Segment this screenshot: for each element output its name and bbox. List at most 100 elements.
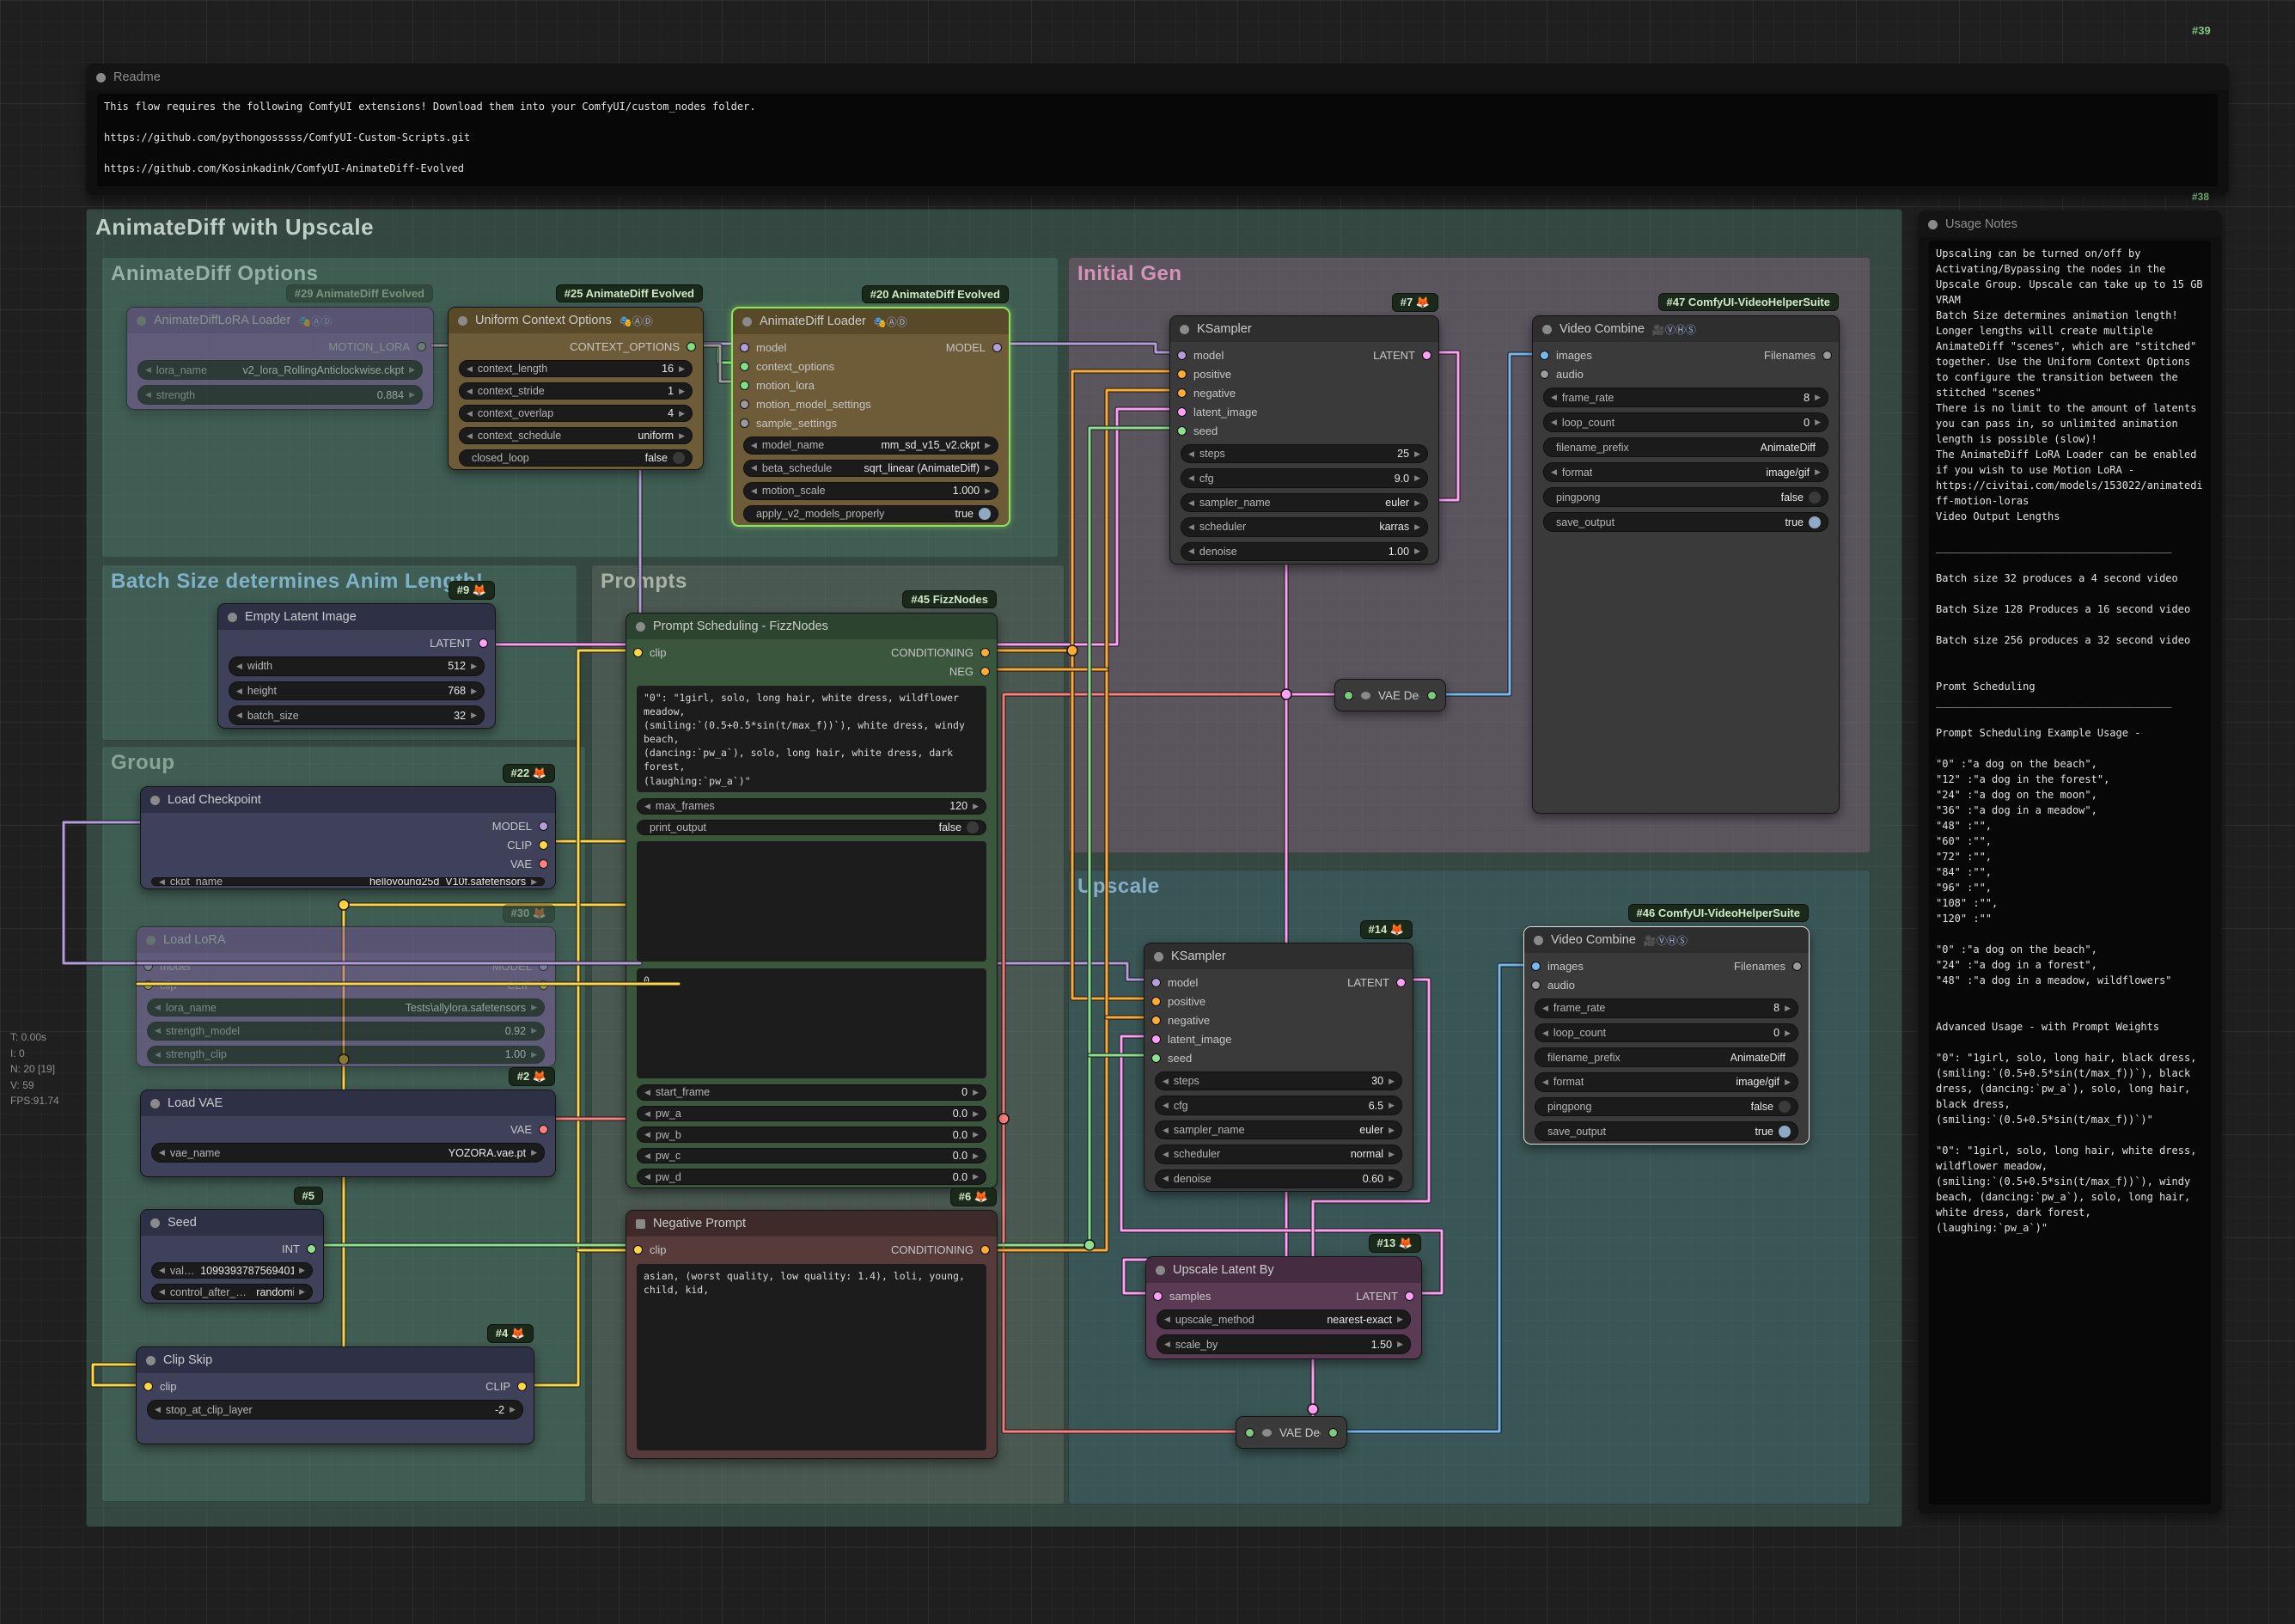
input-port-model[interactable] bbox=[740, 343, 749, 352]
increment-arrow[interactable]: ▶ bbox=[1815, 393, 1821, 402]
widget-context_stride[interactable]: ◀context_stride1▶ bbox=[459, 382, 693, 400]
decrement-arrow[interactable]: ◀ bbox=[1188, 546, 1194, 556]
node-clip-skip[interactable]: #4 🦊Clip SkipclipCLIP◀stop_at_clip_layer… bbox=[136, 1346, 534, 1444]
output-port-CONDITIONING[interactable] bbox=[980, 1245, 990, 1255]
node-uniform-context-options[interactable]: #25 AnimateDiff EvolvedUniform Context O… bbox=[448, 307, 704, 470]
widget-context_overlap[interactable]: ◀context_overlap4▶ bbox=[459, 405, 693, 422]
decrement-arrow[interactable]: ◀ bbox=[159, 1148, 165, 1157]
output-port-VAE[interactable] bbox=[539, 859, 548, 869]
decrement-arrow[interactable]: ◀ bbox=[145, 365, 151, 375]
collapse-toggle[interactable] bbox=[96, 73, 106, 82]
collapse-toggle[interactable] bbox=[1542, 325, 1552, 334]
node-vae-decode-upscale[interactable]: VAE Decode bbox=[1236, 1416, 1347, 1449]
widget-start_frame[interactable]: ◀start_frame0▶ bbox=[637, 1084, 986, 1101]
widget-pingpong[interactable]: pingpongfalse bbox=[1535, 1097, 1798, 1117]
input-port-clip[interactable] bbox=[633, 648, 643, 657]
widget-frame_rate[interactable]: ◀frame_rate8▶ bbox=[1535, 998, 1798, 1018]
increment-arrow[interactable]: ▶ bbox=[679, 364, 685, 374]
node-readme[interactable]: ReadmeThis flow requires the following C… bbox=[86, 64, 2229, 196]
collapse-toggle[interactable] bbox=[1180, 325, 1189, 334]
increment-arrow[interactable]: ▶ bbox=[1397, 1340, 1403, 1349]
widget-sampler_name[interactable]: ◀sampler_nameeuler▶ bbox=[1181, 493, 1428, 512]
widget-pw_c[interactable]: ◀pw_c0.0▶ bbox=[637, 1148, 986, 1164]
decrement-arrow[interactable]: ◀ bbox=[1163, 1126, 1169, 1135]
toggle-dot[interactable] bbox=[1809, 516, 1821, 528]
increment-arrow[interactable]: ▶ bbox=[985, 463, 991, 473]
increment-arrow[interactable]: ▶ bbox=[1414, 449, 1420, 459]
decrement-arrow[interactable]: ◀ bbox=[467, 387, 473, 396]
node-animatediff-lora-loader[interactable]: #29 AnimateDiff EvolvedAnimateDiffLoRA L… bbox=[126, 307, 434, 410]
decrement-arrow[interactable]: ◀ bbox=[1551, 467, 1557, 477]
decrement-arrow[interactable]: ◀ bbox=[236, 662, 242, 671]
widget-lora_name[interactable]: ◀lora_namev2_lora_RollingAnticlockwise.c… bbox=[137, 360, 423, 380]
input-port-negative[interactable] bbox=[1177, 388, 1187, 398]
decrement-arrow[interactable]: ◀ bbox=[1542, 1004, 1548, 1013]
node-empty-latent-image[interactable]: #9 🦊Empty Latent ImageLATENT◀width512▶◀h… bbox=[217, 603, 496, 729]
widget-frame_rate[interactable]: ◀frame_rate8▶ bbox=[1543, 388, 1828, 407]
increment-arrow[interactable]: ▶ bbox=[409, 365, 415, 375]
decrement-arrow[interactable]: ◀ bbox=[1188, 522, 1194, 532]
decrement-arrow[interactable]: ◀ bbox=[1188, 449, 1194, 459]
widget-loop_count[interactable]: ◀loop_count0▶ bbox=[1535, 1023, 1798, 1043]
increment-arrow[interactable]: ▶ bbox=[973, 802, 979, 811]
toggle-dot[interactable] bbox=[1809, 491, 1821, 504]
increment-arrow[interactable]: ▶ bbox=[531, 1148, 537, 1157]
decrement-arrow[interactable]: ◀ bbox=[467, 431, 473, 441]
increment-arrow[interactable]: ▶ bbox=[471, 687, 477, 696]
node-upscale-latent-by[interactable]: #13 🦊Upscale Latent BysamplesLATENT◀upsc… bbox=[1145, 1256, 1422, 1359]
collapse-toggle[interactable] bbox=[150, 796, 160, 805]
decrement-arrow[interactable]: ◀ bbox=[159, 877, 165, 886]
decrement-arrow[interactable]: ◀ bbox=[1542, 1029, 1548, 1038]
collapse-toggle[interactable] bbox=[742, 317, 752, 327]
increment-arrow[interactable]: ▶ bbox=[1815, 467, 1821, 477]
node-ksampler-initial[interactable]: #7 🦊KSamplermodelLATENTpositivenegativel… bbox=[1169, 315, 1439, 565]
increment-arrow[interactable]: ▶ bbox=[973, 1088, 979, 1097]
widget-save_output[interactable]: save_outputtrue bbox=[1543, 512, 1828, 532]
increment-arrow[interactable]: ▶ bbox=[1785, 1004, 1791, 1013]
decrement-arrow[interactable]: ◀ bbox=[155, 1026, 161, 1035]
input-port-seed[interactable] bbox=[1151, 1053, 1161, 1063]
collapse-toggle[interactable] bbox=[228, 613, 237, 622]
toggle-dot[interactable] bbox=[967, 821, 979, 833]
decrement-arrow[interactable]: ◀ bbox=[155, 1405, 161, 1414]
decrement-arrow[interactable]: ◀ bbox=[644, 1151, 650, 1161]
decrement-arrow[interactable]: ◀ bbox=[1163, 1101, 1169, 1110]
widget-pw_d[interactable]: ◀pw_d0.0▶ bbox=[637, 1169, 986, 1185]
decrement-arrow[interactable]: ◀ bbox=[155, 1050, 161, 1059]
decrement-arrow[interactable]: ◀ bbox=[1163, 1150, 1169, 1159]
decrement-arrow[interactable]: ◀ bbox=[751, 486, 757, 496]
input-port-latent_image[interactable] bbox=[1151, 1035, 1161, 1044]
widget-filename_prefix[interactable]: filename_prefixAnimateDiff bbox=[1535, 1047, 1798, 1067]
widget-steps[interactable]: ◀steps30▶ bbox=[1155, 1071, 1402, 1090]
collapse-toggle[interactable] bbox=[1928, 220, 1938, 229]
input-port-motion_model_settings[interactable] bbox=[740, 400, 749, 409]
output-port-LATENT[interactable] bbox=[1422, 351, 1431, 360]
decrement-arrow[interactable]: ◀ bbox=[1551, 393, 1557, 402]
increment-arrow[interactable]: ▶ bbox=[985, 441, 991, 450]
input-port-images[interactable] bbox=[1540, 351, 1549, 360]
output-port-VAE[interactable] bbox=[539, 1125, 548, 1134]
input-port-audio[interactable] bbox=[1531, 980, 1541, 990]
widget-cfg[interactable]: ◀cfg9.0▶ bbox=[1181, 468, 1428, 487]
input-dot[interactable] bbox=[1245, 1428, 1254, 1438]
increment-arrow[interactable]: ▶ bbox=[531, 1026, 537, 1035]
increment-arrow[interactable]: ▶ bbox=[1414, 498, 1420, 508]
node-negative-prompt[interactable]: #6 🦊Negative PromptclipCONDITIONINGasian… bbox=[626, 1210, 998, 1459]
widget-sampler_name[interactable]: ◀sampler_nameeuler▶ bbox=[1155, 1120, 1402, 1139]
output-port-MOTION_LORA[interactable] bbox=[417, 342, 426, 351]
increment-arrow[interactable]: ▶ bbox=[409, 390, 415, 400]
increment-arrow[interactable]: ▶ bbox=[679, 387, 685, 396]
widget-strength_model[interactable]: ◀strength_model0.92▶ bbox=[147, 1022, 545, 1040]
increment-arrow[interactable]: ▶ bbox=[471, 662, 477, 671]
decrement-arrow[interactable]: ◀ bbox=[1163, 1077, 1169, 1086]
increment-arrow[interactable]: ▶ bbox=[1785, 1078, 1791, 1087]
node-animatediff-loader[interactable]: #20 AnimateDiff EvolvedAnimateDiff Loade… bbox=[731, 307, 1010, 527]
collapse-toggle[interactable] bbox=[146, 1356, 156, 1365]
text-widget[interactable]: asian, (worst quality, low quality: 1.4)… bbox=[637, 1264, 986, 1450]
output-port-NEG[interactable] bbox=[980, 667, 990, 676]
decrement-arrow[interactable]: ◀ bbox=[1188, 473, 1194, 483]
widget-stop_at_clip_layer[interactable]: ◀stop_at_clip_layer-2▶ bbox=[147, 1400, 523, 1419]
input-port-model[interactable] bbox=[1151, 978, 1161, 987]
increment-arrow[interactable]: ▶ bbox=[1785, 1029, 1791, 1038]
decrement-arrow[interactable]: ◀ bbox=[644, 1109, 650, 1119]
